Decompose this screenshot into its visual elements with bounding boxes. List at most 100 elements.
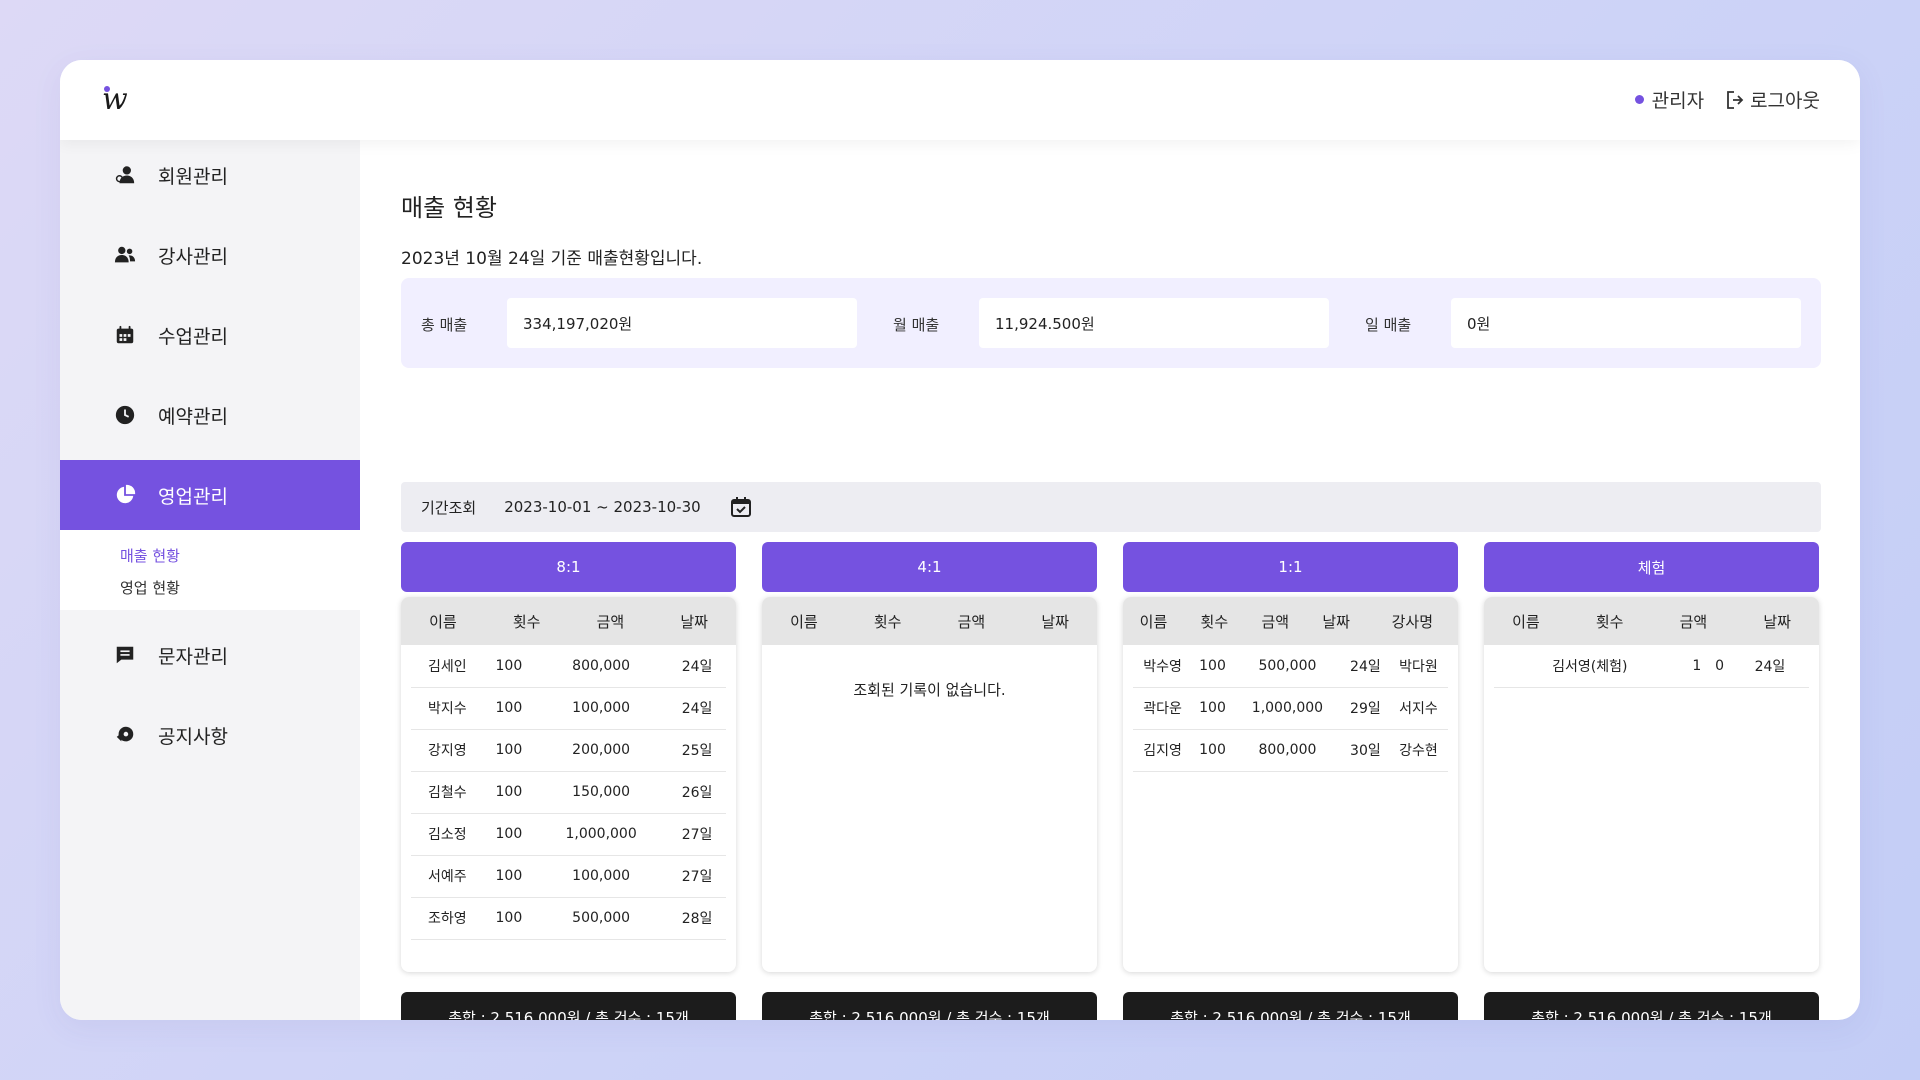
sidebar-item-sales[interactable]: 영업관리	[60, 460, 360, 530]
column-header: 날짜	[1041, 612, 1069, 631]
table-header-row: 이름 횟수 금액 날짜	[1484, 597, 1819, 645]
cell-count: 100	[483, 645, 535, 688]
cell-instructor: 강수현	[1388, 729, 1448, 772]
period-range[interactable]: 2023-10-01 ~ 2023-10-30	[504, 498, 700, 516]
cell-amount: 500,000	[534, 897, 669, 940]
table-row: 김세인 100 800,000 24일	[411, 645, 726, 688]
total-summary-bar: 총합 : 2,516,000원 / 총 건수 : 15개	[1123, 992, 1458, 1020]
cell-name: 김철수	[411, 771, 484, 814]
table-row: 김서영(체험) 1 0 24일	[1494, 645, 1809, 688]
column-header: 횟수	[1200, 612, 1229, 631]
sidebar-item-label: 예약관리	[158, 405, 228, 428]
calendar-check-icon[interactable]	[729, 495, 753, 519]
cell-count: 100	[483, 687, 535, 730]
cell-date: 28일	[668, 897, 726, 940]
total-summary-bar: 총합 : 2,516,000원 / 총 건수 : 15개	[401, 992, 736, 1020]
column-header: 횟수	[1595, 612, 1624, 631]
sales-table: 이름 횟수 금액 날짜	[762, 597, 1097, 645]
member-icon	[115, 166, 135, 184]
page-subtitle: 2023년 10월 24일 기준 매출현황입니다.	[401, 249, 703, 269]
cell-count: 100	[1192, 729, 1233, 772]
cell-amount: 500,000	[1232, 645, 1342, 688]
column-header: 횟수	[873, 612, 902, 631]
sidebar-item-reservations[interactable]: 예약관리	[60, 380, 360, 450]
column-header: 이름	[429, 612, 457, 631]
clock-icon	[115, 405, 135, 425]
admin-indicator: 관리자	[1634, 86, 1705, 113]
table-row: 김철수 100 150,000 26일	[411, 771, 726, 814]
daily-sales-label: 일 매출	[1365, 316, 1412, 334]
column-header-button[interactable]: 체험	[1484, 542, 1819, 592]
sales-table: 이름 횟수 금액 날짜 강사명	[1123, 597, 1458, 645]
cell-count: 100	[483, 897, 535, 940]
column-header: 강사명	[1391, 612, 1434, 631]
sidebar: 회원관리 강사관리 수업관리 예약관리 영업관리 매출 현황 영업 현황 문자관…	[60, 140, 360, 1020]
cell-count: 100	[483, 771, 535, 814]
cell-date: 29일	[1341, 687, 1389, 730]
total-sales-label: 총 매출	[421, 316, 468, 334]
cell-amount: 800,000	[1232, 729, 1342, 772]
sidebar-item-members[interactable]: 회원관리	[60, 140, 360, 210]
cell-amount: 0	[1708, 645, 1731, 688]
column-header-button[interactable]: 8:1	[401, 542, 736, 592]
logout-label: 로그아웃	[1750, 90, 1820, 112]
sidebar-item-messages[interactable]: 문자관리	[60, 620, 360, 690]
column-header: 금액	[1261, 612, 1290, 631]
sidebar-item-label: 영업관리	[158, 485, 228, 508]
cell-name: 박지수	[411, 687, 484, 730]
sales-table-card: 이름 횟수 금액 날짜 김세인 100 800,000 24일 박지수 100 …	[401, 597, 736, 972]
top-bar: w 관리자 로그아웃	[60, 60, 1860, 140]
cell-date: 24일	[668, 645, 726, 688]
sales-submenu: 매출 현황 영업 현황	[60, 530, 360, 610]
sales-column-4to1: 4:1 이름 횟수 금액 날짜 조회된 기록이 없습니다. 총합 : 2,516…	[762, 542, 1097, 1020]
cell-amount: 1,000,000	[534, 813, 669, 856]
cell-instructor: 박다원	[1388, 645, 1448, 688]
cell-name: 박수영	[1133, 645, 1193, 688]
table-row: 박지수 100 100,000 24일	[411, 687, 726, 730]
logout-button[interactable]: 로그아웃	[1726, 86, 1820, 113]
table-header-row: 이름 횟수 금액 날짜 강사명	[1123, 597, 1458, 645]
table-row: 조하영 100 500,000 28일	[411, 897, 726, 940]
cell-name: 김소정	[411, 813, 484, 856]
cell-count: 1	[1685, 645, 1709, 688]
column-header: 이름	[1512, 612, 1540, 631]
table-header-row: 이름 횟수 금액 날짜	[762, 597, 1097, 645]
submenu-item-sales-status[interactable]: 매출 현황	[120, 540, 360, 572]
sidebar-item-instructors[interactable]: 강사관리	[60, 220, 360, 290]
notice-icon	[116, 726, 134, 742]
cell-name: 서예주	[411, 855, 484, 898]
cell-amount: 800,000	[534, 645, 669, 688]
logo-dot	[104, 86, 110, 92]
cell-count: 100	[1192, 687, 1233, 730]
sidebar-item-notices[interactable]: 공지사항	[60, 700, 360, 770]
sales-table: 이름 횟수 금액 날짜	[1484, 597, 1819, 645]
table-row: 서예주 100 100,000 27일	[411, 855, 726, 898]
cell-name: 곽다운	[1133, 687, 1193, 730]
sales-column-1to1: 1:1 이름 횟수 금액 날짜 강사명 박수영 100 500,000 24일 …	[1123, 542, 1458, 1020]
submenu-item-business-status[interactable]: 영업 현황	[120, 572, 360, 604]
admin-label: 관리자	[1651, 90, 1705, 112]
status-dot-icon	[1634, 95, 1644, 104]
sidebar-item-classes[interactable]: 수업관리	[60, 300, 360, 370]
cell-amount: 1,000,000	[1232, 687, 1342, 730]
table-row: 강지영 100 200,000 25일	[411, 729, 726, 772]
cell-instructor: 서지수	[1388, 687, 1448, 730]
column-header: 날짜	[680, 612, 708, 631]
column-header-button[interactable]: 4:1	[762, 542, 1097, 592]
cell-name: 김서영(체험)	[1494, 645, 1686, 688]
logout-icon	[1727, 90, 1744, 109]
cell-name: 조하영	[411, 897, 484, 940]
instructor-icon	[114, 246, 136, 263]
sales-summary: 총 매출 334,197,020원 월 매출 11,924.500원 일 매출 …	[401, 278, 1821, 368]
message-icon	[116, 646, 134, 664]
cell-count: 100	[483, 813, 535, 856]
sidebar-item-label: 공지사항	[158, 725, 228, 748]
cell-amount: 100,000	[534, 855, 669, 898]
app-window: w 관리자 로그아웃 회원관리 강사관리 수업관리 예약관리 영업관리 매출 현…	[60, 60, 1860, 1020]
total-summary-bar: 총합 : 2,516,000원 / 총 건수 : 15개	[762, 992, 1097, 1020]
cell-name: 김세인	[411, 645, 484, 688]
column-header-button[interactable]: 1:1	[1123, 542, 1458, 592]
sidebar-item-label: 수업관리	[158, 325, 228, 348]
cell-count: 100	[483, 855, 535, 898]
table-header-row: 이름 횟수 금액 날짜	[401, 597, 736, 645]
